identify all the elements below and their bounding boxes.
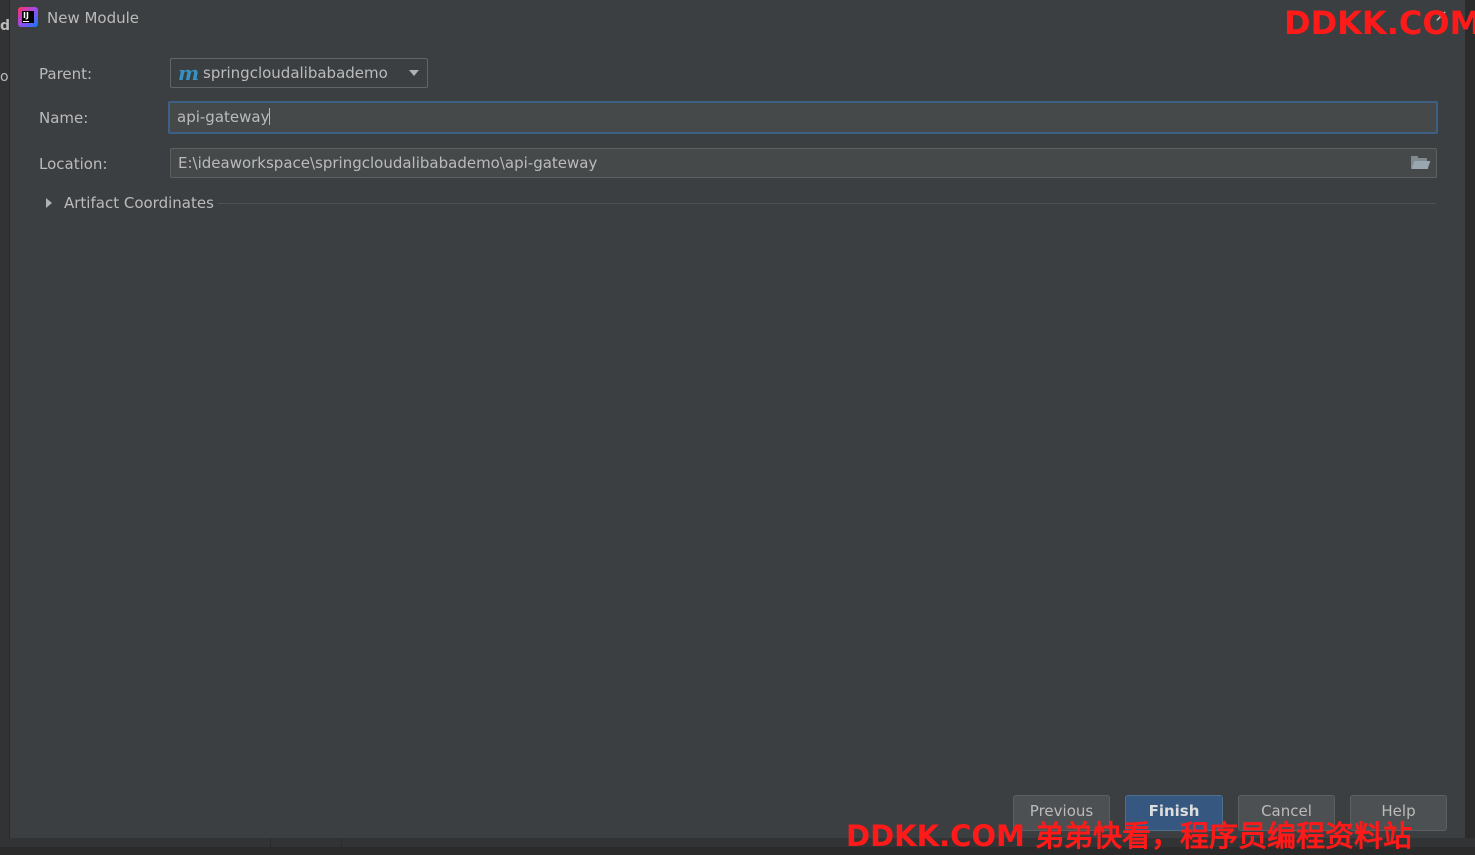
maven-icon: m bbox=[178, 61, 200, 85]
parent-select-value: springcloudalibabademo bbox=[203, 64, 388, 82]
text-caret bbox=[269, 108, 271, 125]
dialog-titlebar[interactable]: IJ New Module ✕ bbox=[10, 0, 1465, 36]
expand-arrow-icon[interactable] bbox=[46, 198, 52, 208]
background-window-edge: d ol bbox=[0, 0, 10, 847]
background-text: d bbox=[0, 18, 9, 34]
name-label: Name: bbox=[39, 109, 89, 127]
background-text: ol bbox=[0, 69, 9, 85]
parent-label: Parent: bbox=[39, 65, 93, 83]
divider bbox=[341, 838, 342, 847]
folder-icon[interactable] bbox=[1411, 156, 1431, 169]
chevron-down-icon[interactable] bbox=[409, 70, 419, 76]
artifact-coordinates-label: Artifact Coordinates bbox=[64, 194, 214, 212]
name-input-value: api-gateway bbox=[177, 108, 271, 126]
new-module-dialog: IJ New Module ✕ Parent: m springcloudali… bbox=[10, 0, 1465, 838]
location-label: Location: bbox=[39, 155, 108, 173]
name-input[interactable]: api-gateway bbox=[168, 101, 1438, 134]
parent-select[interactable]: m springcloudalibabademo bbox=[170, 58, 428, 88]
divider bbox=[270, 838, 271, 847]
watermark-top: DDKK.COM bbox=[1284, 4, 1475, 42]
dialog-title: New Module bbox=[47, 9, 140, 27]
watermark-bottom: DDKK.COM 弟弟快看，程序员编程资料站 bbox=[846, 819, 1412, 853]
artifact-coordinates-toggle[interactable]: Artifact Coordinates bbox=[46, 192, 1436, 214]
intellij-app-icon: IJ bbox=[18, 7, 38, 27]
location-input-value: E:\ideaworkspace\springcloudalibabademo\… bbox=[178, 154, 598, 172]
section-divider bbox=[218, 203, 1436, 204]
location-input[interactable]: E:\ideaworkspace\springcloudalibabademo\… bbox=[170, 148, 1437, 178]
